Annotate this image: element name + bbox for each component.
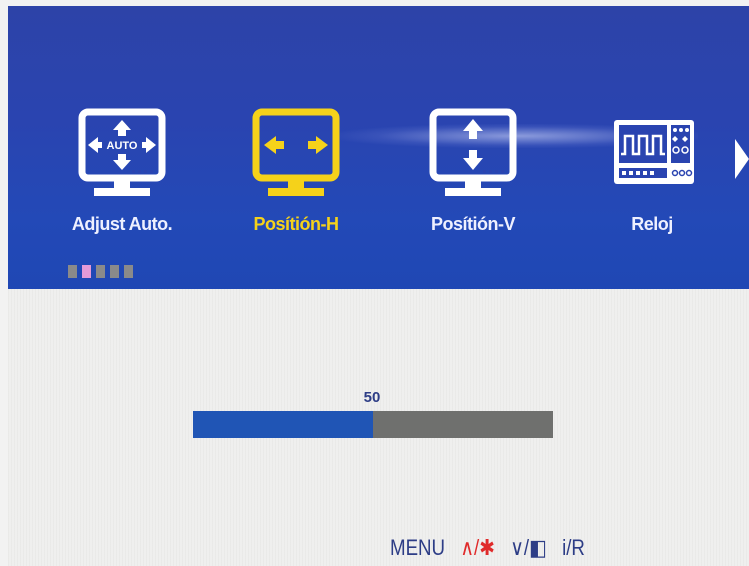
up-key-hint: ∧/✱ — [460, 535, 495, 560]
osd-menu: AUTO Adjust Auto. Posítión-H Posítión-V … — [8, 6, 749, 566]
page-dot — [110, 265, 119, 278]
clock-icon — [614, 120, 694, 184]
menu-item-label: Posítión-H — [253, 214, 340, 234]
slider-fill — [193, 411, 373, 438]
page-dot — [68, 265, 77, 278]
auto-adjust-icon: AUTO — [78, 108, 166, 196]
page-indicator — [68, 265, 133, 278]
down-key-hint: ∨/◧ — [510, 535, 547, 560]
menu-item-label: Reloj — [631, 214, 673, 234]
menu-item-position-v[interactable]: Posítión-V — [393, 106, 553, 246]
page-dot-active — [82, 265, 91, 278]
slider-value: 50 — [363, 389, 381, 406]
menu-key-hint: MENU — [390, 535, 446, 560]
osd-header: AUTO Adjust Auto. Posítión-H Posítión-V … — [8, 6, 749, 289]
horizontal-position-icon — [252, 108, 340, 196]
menu-item-adjust-auto[interactable]: AUTO Adjust Auto. — [42, 106, 202, 246]
page-dot — [96, 265, 105, 278]
menu-item-reloj[interactable]: Reloj — [572, 106, 732, 246]
auto-icon-text: AUTO — [107, 140, 138, 152]
chevron-right-icon[interactable] — [735, 139, 749, 179]
page-dot — [124, 265, 133, 278]
position-slider[interactable] — [193, 411, 553, 438]
info-key-hint: i/R — [562, 535, 585, 560]
vertical-position-icon — [429, 108, 517, 196]
menu-item-label: Adjust Auto. — [71, 214, 173, 234]
key-hints: MENU ∧/✱ ∨/◧ i/R — [390, 535, 585, 565]
menu-item-position-h[interactable]: Posítión-H — [216, 106, 376, 246]
menu-item-label: Posítión-V — [431, 214, 516, 234]
